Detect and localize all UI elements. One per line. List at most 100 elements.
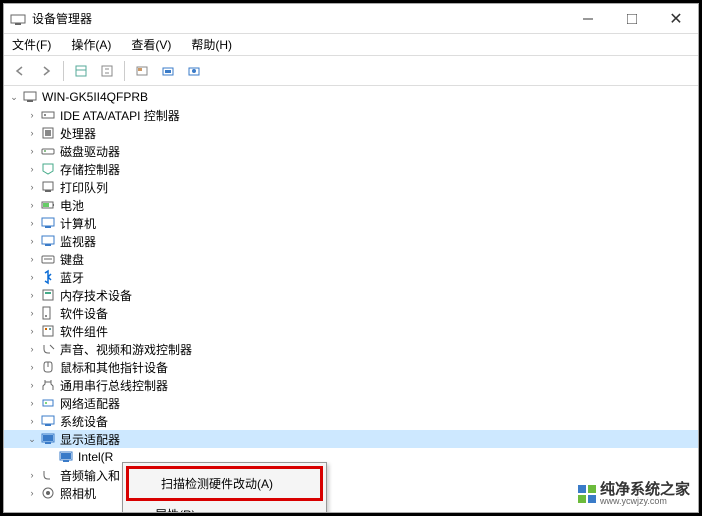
tree-label: WIN-GK5II4QFPRB: [42, 90, 148, 104]
tree-root[interactable]: ⌄ WIN-GK5II4QFPRB: [4, 88, 698, 106]
chevron-icon[interactable]: ›: [26, 163, 38, 175]
tree-node[interactable]: › 键盘: [4, 250, 698, 268]
device-category-icon: [40, 341, 56, 357]
tree-node[interactable]: › 磁盘驱动器: [4, 142, 698, 160]
device-category-icon: [40, 143, 56, 159]
chevron-icon[interactable]: ›: [26, 487, 38, 499]
tree-node[interactable]: › 通用串行总线控制器: [4, 376, 698, 394]
chevron-icon[interactable]: ›: [26, 397, 38, 409]
tree-label: 处理器: [60, 125, 96, 142]
context-menu-properties[interactable]: 属性(R): [125, 502, 324, 512]
back-button[interactable]: [8, 59, 32, 83]
chevron-icon[interactable]: ›: [26, 361, 38, 373]
toolbar-icon-1[interactable]: [69, 59, 93, 83]
tree-node[interactable]: ›软件组件: [4, 322, 698, 340]
toolbar-icon-2[interactable]: [95, 59, 119, 83]
computer-icon: [22, 89, 38, 105]
menu-help[interactable]: 帮助(H): [187, 34, 236, 55]
chevron-icon[interactable]: ›: [26, 325, 38, 337]
window-title: 设备管理器: [32, 10, 566, 27]
titlebar: 设备管理器 ✕: [4, 4, 698, 34]
chevron-icon[interactable]: ›: [26, 271, 38, 283]
tree-label: 蓝牙: [60, 269, 84, 286]
device-category-icon: [40, 413, 56, 429]
tree-label: 显示适配器: [60, 431, 120, 448]
chevron-icon[interactable]: ›: [26, 181, 38, 193]
chevron-icon[interactable]: ›: [26, 289, 38, 301]
app-icon: [10, 11, 26, 27]
chevron-icon[interactable]: ›: [26, 379, 38, 391]
tree-label: 软件设备: [60, 305, 108, 322]
display-adapter-icon: [58, 449, 74, 465]
device-category-icon: [40, 125, 56, 141]
tree-node[interactable]: ›存储控制器: [4, 160, 698, 178]
watermark-text: 纯净系统之家: [600, 482, 690, 497]
device-category-icon: [40, 233, 56, 249]
tree-label: 计算机: [60, 215, 96, 232]
chevron-icon[interactable]: ›: [26, 109, 38, 121]
device-category-icon: [40, 467, 56, 483]
device-category-icon: [40, 161, 56, 177]
tree-label: 照相机: [60, 485, 96, 502]
device-category-icon: [40, 431, 56, 447]
tree-label: 键盘: [60, 251, 84, 268]
tree-node[interactable]: › 蓝牙: [4, 268, 698, 286]
tree-child-node[interactable]: Intel(R: [4, 448, 698, 466]
tree-node[interactable]: › 处理器: [4, 124, 698, 142]
tree-node[interactable]: ⌄ 显示适配器: [4, 430, 698, 448]
device-category-icon: [40, 323, 56, 339]
tree-node[interactable]: ›声音、视频和游戏控制器: [4, 340, 698, 358]
highlight-frame: 扫描检测硬件改动(A): [126, 466, 323, 501]
tree-node[interactable]: › IDE ATA/ATAPI 控制器: [4, 106, 698, 124]
tree-node[interactable]: ›内存技术设备: [4, 286, 698, 304]
tree-label: 磁盘驱动器: [60, 143, 120, 160]
tree-label: IDE ATA/ATAPI 控制器: [60, 107, 180, 124]
forward-button[interactable]: [34, 59, 58, 83]
tree-node[interactable]: › 网络适配器: [4, 394, 698, 412]
device-category-icon: [40, 197, 56, 213]
tree-label: 打印队列: [60, 179, 108, 196]
chevron-icon[interactable]: ›: [26, 415, 38, 427]
chevron-icon[interactable]: ›: [26, 343, 38, 355]
chevron-icon[interactable]: ›: [26, 469, 38, 481]
tree-node[interactable]: › 打印队列: [4, 178, 698, 196]
device-category-icon: [40, 251, 56, 267]
device-category-icon: [40, 107, 56, 123]
device-category-icon: [40, 485, 56, 501]
tree-label: 通用串行总线控制器: [60, 377, 168, 394]
menu-view[interactable]: 查看(V): [127, 34, 175, 55]
chevron-icon[interactable]: ›: [26, 235, 38, 247]
device-category-icon: [40, 269, 56, 285]
chevron-icon[interactable]: ›: [26, 145, 38, 157]
tree-node[interactable]: ›系统设备: [4, 412, 698, 430]
menu-action[interactable]: 操作(A): [67, 34, 115, 55]
tree-node[interactable]: › 鼠标和其他指针设备: [4, 358, 698, 376]
tree-label: 网络适配器: [60, 395, 120, 412]
maximize-button[interactable]: [610, 5, 654, 33]
chevron-icon[interactable]: ›: [26, 253, 38, 265]
tree-label: 电池: [60, 197, 84, 214]
chevron-icon[interactable]: ›: [26, 127, 38, 139]
watermark-url: www.ycwjzy.com: [600, 497, 690, 506]
device-category-icon: [40, 395, 56, 411]
chevron-icon[interactable]: ⌄: [26, 433, 38, 445]
tree-label: 鼠标和其他指针设备: [60, 359, 168, 376]
context-menu-scan[interactable]: 扫描检测硬件改动(A): [131, 471, 318, 496]
toolbar-icon-3[interactable]: [130, 59, 154, 83]
minimize-button[interactable]: [566, 5, 610, 33]
chevron-icon[interactable]: ›: [26, 217, 38, 229]
chevron-down-icon[interactable]: ⌄: [8, 91, 20, 103]
tree-node[interactable]: › 电池: [4, 196, 698, 214]
tree-node[interactable]: › 软件设备: [4, 304, 698, 322]
scan-hardware-button[interactable]: [156, 59, 180, 83]
watermark: 纯净系统之家 www.ycwjzy.com: [578, 482, 690, 506]
toolbar: [4, 56, 698, 86]
toolbar-icon-5[interactable]: [182, 59, 206, 83]
tree-node[interactable]: › 计算机: [4, 214, 698, 232]
menu-file[interactable]: 文件(F): [8, 34, 55, 55]
close-button[interactable]: ✕: [654, 5, 698, 33]
chevron-icon[interactable]: ›: [26, 199, 38, 211]
device-tree[interactable]: ⌄ WIN-GK5II4QFPRB › IDE ATA/ATAPI 控制器 › 处理器 › 磁…: [4, 86, 698, 512]
chevron-icon[interactable]: ›: [26, 307, 38, 319]
tree-node[interactable]: ›监视器: [4, 232, 698, 250]
